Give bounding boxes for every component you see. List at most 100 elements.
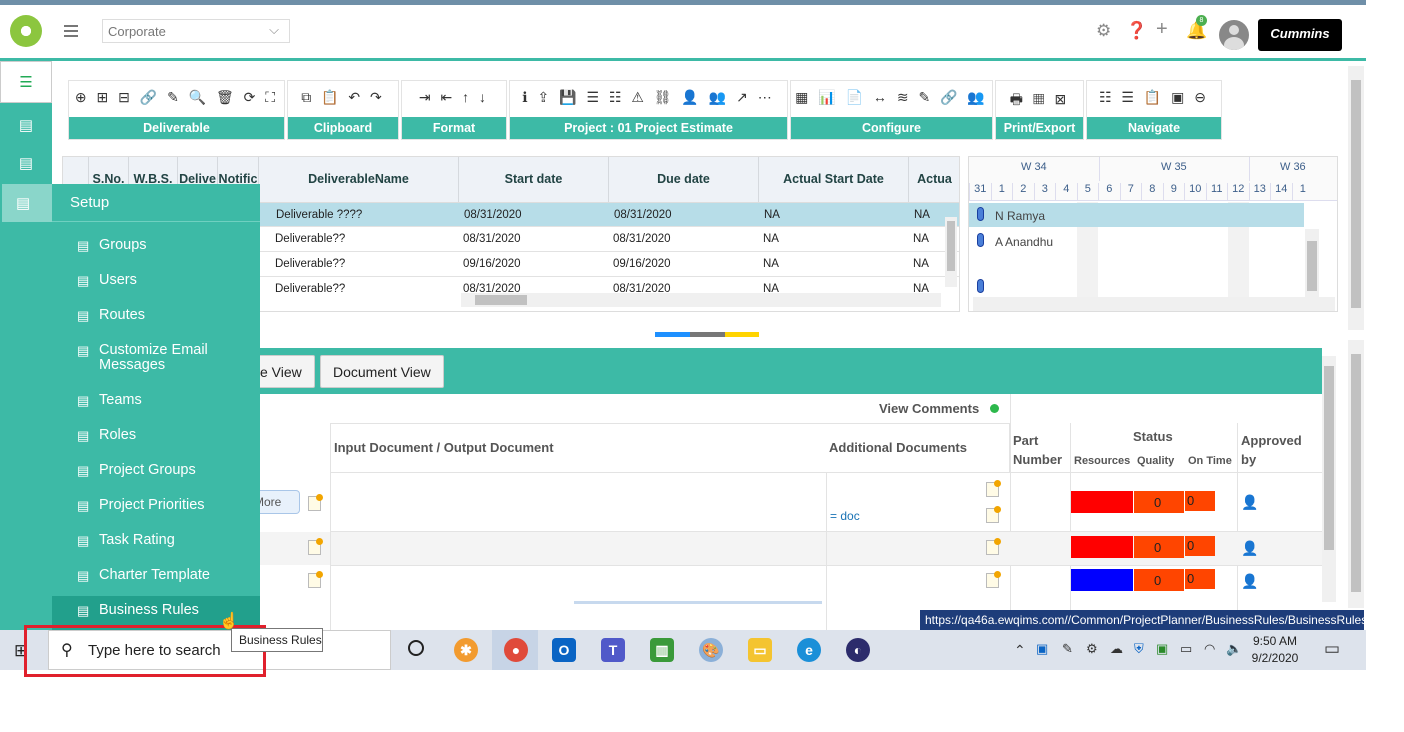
- teams-icon[interactable]: T: [601, 638, 625, 662]
- building-icon[interactable]: ▤: [0, 107, 52, 145]
- ribbon-toolbar: ⊕ ⊞ ⊟ 🔗 ✎ 🔍 🗑 ⟳ ⛶ Deliverable ⧉ 📋 ↶ ↷ Cl…: [68, 80, 1228, 140]
- hamburger-menu-icon[interactable]: [64, 25, 78, 37]
- outlook-tray-icon[interactable]: ▣: [1036, 641, 1048, 657]
- on-time-value: 0: [1187, 493, 1195, 508]
- document-upload-icon[interactable]: [986, 538, 1001, 555]
- start-date: 09/16/2020: [463, 258, 521, 270]
- print-export-tool-icons[interactable]: 🖶 ▦ ⊠: [996, 89, 1083, 113]
- navigate-tool-icons[interactable]: ☷ ☰ 📋 ▣ ⊖: [1087, 89, 1221, 106]
- building-icon[interactable]: ▤: [0, 145, 52, 183]
- horizontal-scrollbar[interactable]: [461, 293, 941, 307]
- gantt-row[interactable]: A Anandhu: [969, 229, 1304, 253]
- document-upload-icon[interactable]: [986, 480, 1001, 497]
- format-tool-icons[interactable]: ⇥ ⇤ ↑ ↓: [402, 89, 506, 106]
- gantt-vertical-scrollbar[interactable]: [1305, 229, 1319, 299]
- cloud-icon[interactable]: ☁: [1110, 641, 1123, 657]
- document-upload-icon[interactable]: [986, 506, 1001, 523]
- page-vertical-scrollbar-top[interactable]: [1348, 66, 1364, 330]
- setup-item-project-priorities[interactable]: ▤ Project Priorities: [52, 498, 260, 514]
- toolbar-group-label: Print/Export: [996, 117, 1083, 139]
- tab-document-view[interactable]: Document View: [320, 355, 444, 388]
- tray-icon[interactable]: ⚙: [1086, 641, 1098, 657]
- eclipse-icon[interactable]: ◐: [846, 638, 870, 662]
- column-header-actual-start-date[interactable]: Actual Start Date: [759, 157, 909, 202]
- view-comments-link[interactable]: View Comments: [879, 401, 979, 416]
- gantt-bar[interactable]: [977, 279, 984, 293]
- approver-icon[interactable]: 👤: [1241, 540, 1258, 557]
- wifi-icon[interactable]: ◠: [1204, 641, 1215, 657]
- scrollbar-thumb[interactable]: [947, 221, 955, 271]
- battery-icon[interactable]: ▭: [1180, 641, 1192, 657]
- scrollbar-thumb[interactable]: [475, 295, 527, 305]
- pane-splitter[interactable]: [655, 332, 759, 337]
- setup-item-label: Business Rules: [99, 602, 199, 618]
- setup-item-users[interactable]: ▤ Users: [52, 273, 260, 289]
- document-upload-icon[interactable]: [308, 494, 323, 511]
- gantt-horizontal-scrollbar[interactable]: [973, 297, 1335, 311]
- doc-link[interactable]: = doc: [830, 509, 860, 523]
- gantt-row[interactable]: N Ramya: [969, 203, 1304, 227]
- page-vertical-scrollbar-bottom[interactable]: [1348, 340, 1364, 608]
- file-explorer-icon[interactable]: ▭: [748, 638, 772, 662]
- setup-item-customize-email[interactable]: ▤ Customize Email Messages: [52, 343, 260, 373]
- app-logo[interactable]: [10, 15, 42, 47]
- help-icon[interactable]: ❓: [1126, 21, 1147, 41]
- setup-item-routes[interactable]: ▤ Routes: [52, 308, 260, 324]
- scrollbar-thumb[interactable]: [1307, 241, 1317, 291]
- chrome-icon[interactable]: ●: [504, 638, 528, 662]
- setup-item-project-groups[interactable]: ▤ Project Groups: [52, 463, 260, 479]
- gantt-bar[interactable]: [977, 207, 984, 221]
- building-icon: ▤: [77, 393, 90, 408]
- approver-icon[interactable]: 👤: [1241, 573, 1258, 590]
- planner-icon[interactable]: ☰: [0, 61, 52, 103]
- toolbar-group-clipboard: ⧉ 📋 ↶ ↷ Clipboard: [287, 80, 399, 140]
- app-icon-snowflake[interactable]: ✱: [454, 638, 478, 662]
- setup-rail-highlight[interactable]: ▤: [2, 184, 52, 222]
- configure-tool-icons[interactable]: ▦ 📊 📄 ↔ ≋ ✎ 🔗 👥: [791, 89, 992, 106]
- paint-icon[interactable]: 🎨: [699, 638, 723, 662]
- status-bar-url: https://qa46a.ewqims.com//Common/Project…: [920, 610, 1366, 630]
- edge-icon[interactable]: e: [797, 638, 821, 662]
- building-icon: ▤: [77, 343, 90, 358]
- tray-icon[interactable]: ✎: [1062, 641, 1073, 657]
- scrollbar-thumb[interactable]: [1324, 366, 1334, 550]
- resource-name: A Anandhu: [995, 235, 1054, 249]
- avatar[interactable]: [1219, 20, 1249, 50]
- deliverable-tool-icons[interactable]: ⊕ ⊞ ⊟ 🔗 ✎ 🔍 🗑 ⟳ ⛶: [69, 89, 284, 106]
- notifications-icon[interactable]: ▭: [1324, 639, 1340, 659]
- shield-icon[interactable]: ⛨: [1134, 641, 1144, 657]
- system-clock[interactable]: 9:50 AM 9/2/2020: [1245, 633, 1305, 667]
- volume-icon[interactable]: 🔈: [1226, 641, 1242, 657]
- setup-item-charter-template[interactable]: ▤ Charter Template: [52, 568, 260, 584]
- chart-app-icon[interactable]: ▥: [650, 638, 674, 662]
- add-icon[interactable]: +: [1156, 18, 1168, 41]
- setup-item-label: Teams: [99, 392, 142, 408]
- column-header-start-date[interactable]: Start date: [459, 157, 609, 202]
- setup-item-roles[interactable]: ▤ Roles: [52, 428, 260, 444]
- outlook-icon[interactable]: O: [552, 638, 576, 662]
- tray-icon[interactable]: ▣: [1156, 641, 1168, 657]
- left-rail: ☰ ▤ ▤: [0, 61, 52, 630]
- document-upload-icon[interactable]: [308, 571, 323, 588]
- column-header-deliverable-name[interactable]: DeliverableName: [259, 157, 459, 202]
- chevron-up-icon[interactable]: ⌃: [1014, 642, 1026, 659]
- approver-icon[interactable]: 👤: [1241, 494, 1258, 511]
- document-upload-icon[interactable]: [986, 571, 1001, 588]
- column-header-due-date[interactable]: Due date: [609, 157, 759, 202]
- scrollbar-thumb[interactable]: [1351, 80, 1361, 308]
- setup-item-teams[interactable]: ▤ Teams: [52, 392, 260, 409]
- setup-item-groups[interactable]: ▤ Groups: [52, 238, 260, 254]
- project-tool-icons[interactable]: ℹ ⇪ 💾 ☰ ☷ ⚠ ⛓ 👤 👥 ↗ ⋯: [510, 89, 787, 106]
- scrollbar-thumb[interactable]: [1351, 354, 1361, 592]
- column-header-actual[interactable]: Actua: [909, 157, 959, 202]
- cortana-icon[interactable]: [408, 640, 424, 656]
- setup-item-task-rating[interactable]: ▤ Task Rating: [52, 533, 260, 549]
- panel-vertical-scrollbar[interactable]: [1322, 356, 1336, 602]
- vertical-scrollbar[interactable]: [945, 217, 957, 287]
- document-upload-icon[interactable]: [308, 538, 323, 555]
- gantt-bar[interactable]: [977, 233, 984, 247]
- clipboard-tool-icons[interactable]: ⧉ 📋 ↶ ↷: [288, 89, 398, 106]
- workspace-select[interactable]: Corporate ⌵: [102, 19, 290, 43]
- panel-horizontal-scrollbar[interactable]: [574, 601, 822, 604]
- gear-icon[interactable]: ⚙: [1096, 21, 1111, 41]
